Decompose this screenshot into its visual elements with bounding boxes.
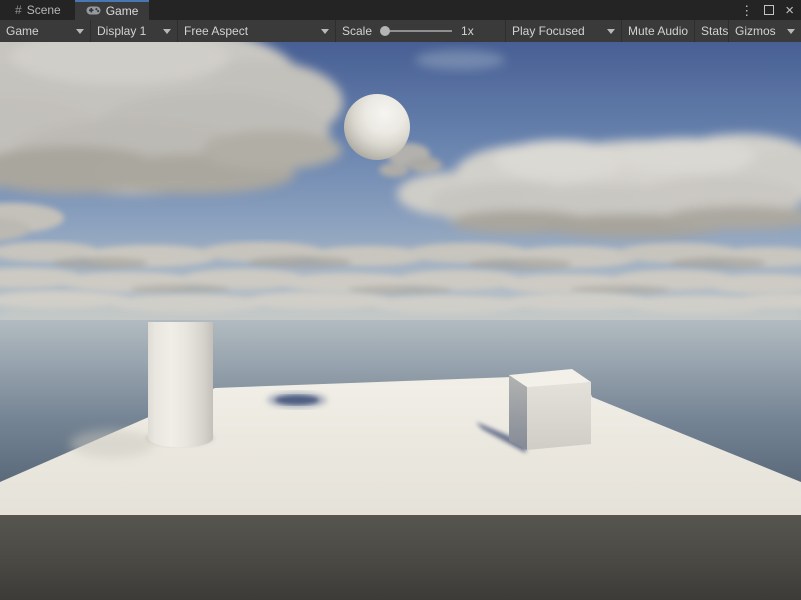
scale-slider-track[interactable] [382, 30, 452, 32]
chevron-down-icon [76, 29, 84, 34]
chevron-down-icon [163, 29, 171, 34]
cylinder-cast-shadow [70, 430, 154, 458]
stats-button[interactable]: Stats [695, 20, 729, 42]
tab-game-label: Game [106, 4, 139, 18]
cube-left-face [509, 375, 527, 450]
more-icon[interactable]: ⋮ [740, 4, 753, 17]
play-focused-label: Play Focused [512, 24, 585, 38]
platform-front-face [0, 515, 801, 600]
grid-icon: # [15, 4, 22, 16]
tab-scene-label: Scene [27, 3, 61, 17]
mute-audio-label: Mute Audio [628, 24, 688, 38]
cube [509, 369, 591, 450]
gizmos-dropdown[interactable]: Gizmos [729, 20, 801, 42]
tab-scene[interactable]: # Scene [4, 0, 72, 20]
maximize-icon[interactable] [764, 5, 774, 15]
aspect-label: Free Aspect [184, 24, 248, 38]
chevron-down-icon [321, 29, 329, 34]
scale-label: Scale [342, 24, 372, 38]
gamepad-icon [86, 5, 101, 17]
aspect-ratio-dropdown[interactable]: Free Aspect [178, 20, 336, 42]
game-viewport[interactable] [0, 42, 801, 600]
cloud-top-left [0, 42, 343, 195]
sphere-shadow [275, 395, 319, 405]
cloud-wisp [415, 50, 505, 70]
rendered-scene [0, 42, 801, 600]
cylinder [148, 322, 213, 448]
gizmos-label: Gizmos [735, 24, 776, 38]
stats-label: Stats [701, 24, 728, 38]
display-label: Display 1 [97, 24, 146, 38]
game-view-toolbar: Game Display 1 Free Aspect Scale 1x Play… [0, 20, 801, 42]
scale-slider-knob[interactable] [380, 26, 390, 36]
display-dropdown[interactable]: Display 1 [91, 20, 178, 42]
play-focused-dropdown[interactable]: Play Focused [506, 20, 622, 42]
sphere [344, 94, 410, 160]
game-popup-label: Game [6, 24, 39, 38]
scale-value: 1x [461, 24, 474, 38]
chevron-down-icon [787, 29, 795, 34]
mute-audio-button[interactable]: Mute Audio [622, 20, 695, 42]
close-icon[interactable]: × [785, 3, 794, 18]
tab-game[interactable]: Game [75, 0, 150, 20]
chevron-down-icon [607, 29, 615, 34]
scale-slider-group: Scale 1x [336, 20, 506, 42]
cube-front-face [527, 382, 591, 450]
game-display-mode-dropdown[interactable]: Game [0, 20, 91, 42]
window-controls: ⋮ × [740, 0, 794, 20]
tab-bar: # Scene Game ⋮ × [0, 0, 801, 20]
